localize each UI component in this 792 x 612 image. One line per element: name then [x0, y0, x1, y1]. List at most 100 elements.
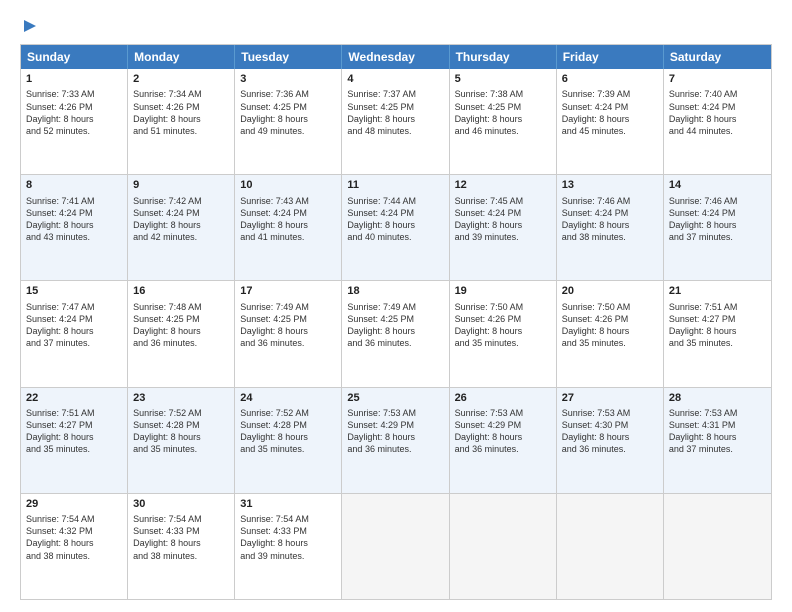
- cell-info-text: Sunrise: 7:45 AM: [455, 195, 551, 207]
- cell-info-text: Sunrise: 7:52 AM: [133, 407, 229, 419]
- day-number: 30: [133, 497, 229, 512]
- day-number: 20: [562, 284, 658, 299]
- cell-info-text: Sunset: 4:26 PM: [26, 101, 122, 113]
- cell-info-text: and 36 minutes.: [347, 337, 443, 349]
- cell-info-text: Sunrise: 7:39 AM: [562, 88, 658, 100]
- day-number: 6: [562, 72, 658, 87]
- day-number: 4: [347, 72, 443, 87]
- cell-info-text: Daylight: 8 hours: [347, 325, 443, 337]
- day-number: 16: [133, 284, 229, 299]
- calendar-row-2: 8Sunrise: 7:41 AMSunset: 4:24 PMDaylight…: [21, 174, 771, 280]
- page: SundayMondayTuesdayWednesdayThursdayFrid…: [0, 0, 792, 612]
- weekday-header-saturday: Saturday: [664, 45, 771, 69]
- cell-info-text: Sunset: 4:25 PM: [455, 101, 551, 113]
- cell-info-text: and 35 minutes.: [562, 337, 658, 349]
- calendar-cell-empty: [557, 494, 664, 599]
- day-number: 5: [455, 72, 551, 87]
- cell-info-text: and 35 minutes.: [133, 443, 229, 455]
- cell-info-text: and 37 minutes.: [669, 443, 766, 455]
- calendar-body: 1Sunrise: 7:33 AMSunset: 4:26 PMDaylight…: [21, 69, 771, 599]
- day-number: 27: [562, 391, 658, 406]
- cell-info-text: Daylight: 8 hours: [455, 113, 551, 125]
- calendar-cell-14: 14Sunrise: 7:46 AMSunset: 4:24 PMDayligh…: [664, 175, 771, 280]
- calendar-cell-1: 1Sunrise: 7:33 AMSunset: 4:26 PMDaylight…: [21, 69, 128, 174]
- calendar-row-1: 1Sunrise: 7:33 AMSunset: 4:26 PMDaylight…: [21, 69, 771, 174]
- cell-info-text: Sunset: 4:24 PM: [669, 101, 766, 113]
- calendar-cell-8: 8Sunrise: 7:41 AMSunset: 4:24 PMDaylight…: [21, 175, 128, 280]
- cell-info-text: Daylight: 8 hours: [133, 431, 229, 443]
- cell-info-text: Sunset: 4:25 PM: [347, 313, 443, 325]
- calendar-cell-26: 26Sunrise: 7:53 AMSunset: 4:29 PMDayligh…: [450, 388, 557, 493]
- calendar-cell-11: 11Sunrise: 7:44 AMSunset: 4:24 PMDayligh…: [342, 175, 449, 280]
- day-number: 29: [26, 497, 122, 512]
- day-number: 12: [455, 178, 551, 193]
- calendar-cell-15: 15Sunrise: 7:47 AMSunset: 4:24 PMDayligh…: [21, 281, 128, 386]
- calendar-cell-9: 9Sunrise: 7:42 AMSunset: 4:24 PMDaylight…: [128, 175, 235, 280]
- cell-info-text: Daylight: 8 hours: [455, 325, 551, 337]
- day-number: 25: [347, 391, 443, 406]
- cell-info-text: Sunset: 4:25 PM: [240, 101, 336, 113]
- cell-info-text: and 36 minutes.: [455, 443, 551, 455]
- cell-info-text: Sunset: 4:24 PM: [347, 207, 443, 219]
- cell-info-text: Daylight: 8 hours: [562, 113, 658, 125]
- cell-info-text: and 35 minutes.: [240, 443, 336, 455]
- cell-info-text: Daylight: 8 hours: [669, 325, 766, 337]
- cell-info-text: and 49 minutes.: [240, 125, 336, 137]
- cell-info-text: and 37 minutes.: [669, 231, 766, 243]
- calendar-cell-19: 19Sunrise: 7:50 AMSunset: 4:26 PMDayligh…: [450, 281, 557, 386]
- cell-info-text: Sunrise: 7:37 AM: [347, 88, 443, 100]
- calendar-cell-25: 25Sunrise: 7:53 AMSunset: 4:29 PMDayligh…: [342, 388, 449, 493]
- cell-info-text: and 40 minutes.: [347, 231, 443, 243]
- cell-info-text: Sunrise: 7:46 AM: [562, 195, 658, 207]
- cell-info-text: Sunrise: 7:47 AM: [26, 301, 122, 313]
- cell-info-text: and 39 minutes.: [240, 550, 336, 562]
- calendar-cell-empty: [342, 494, 449, 599]
- day-number: 3: [240, 72, 336, 87]
- cell-info-text: Sunset: 4:25 PM: [133, 313, 229, 325]
- cell-info-text: Daylight: 8 hours: [240, 219, 336, 231]
- cell-info-text: and 36 minutes.: [133, 337, 229, 349]
- cell-info-text: and 51 minutes.: [133, 125, 229, 137]
- cell-info-text: and 38 minutes.: [562, 231, 658, 243]
- cell-info-text: and 52 minutes.: [26, 125, 122, 137]
- cell-info-text: Sunrise: 7:54 AM: [240, 513, 336, 525]
- weekday-header-sunday: Sunday: [21, 45, 128, 69]
- cell-info-text: Sunset: 4:27 PM: [669, 313, 766, 325]
- cell-info-text: Sunrise: 7:40 AM: [669, 88, 766, 100]
- cell-info-text: Daylight: 8 hours: [562, 219, 658, 231]
- cell-info-text: Daylight: 8 hours: [240, 325, 336, 337]
- cell-info-text: Sunrise: 7:33 AM: [26, 88, 122, 100]
- cell-info-text: and 38 minutes.: [133, 550, 229, 562]
- day-number: 23: [133, 391, 229, 406]
- cell-info-text: Sunset: 4:28 PM: [133, 419, 229, 431]
- cell-info-text: Sunset: 4:29 PM: [347, 419, 443, 431]
- cell-info-text: Daylight: 8 hours: [26, 325, 122, 337]
- cell-info-text: and 41 minutes.: [240, 231, 336, 243]
- cell-info-text: Daylight: 8 hours: [240, 537, 336, 549]
- cell-info-text: and 44 minutes.: [669, 125, 766, 137]
- header: [20, 18, 772, 34]
- logo-arrow-icon: [22, 18, 38, 34]
- cell-info-text: Daylight: 8 hours: [347, 113, 443, 125]
- calendar-header: SundayMondayTuesdayWednesdayThursdayFrid…: [21, 45, 771, 69]
- cell-info-text: Daylight: 8 hours: [669, 113, 766, 125]
- cell-info-text: Sunrise: 7:53 AM: [562, 407, 658, 419]
- cell-info-text: Daylight: 8 hours: [669, 431, 766, 443]
- cell-info-text: and 48 minutes.: [347, 125, 443, 137]
- calendar-row-5: 29Sunrise: 7:54 AMSunset: 4:32 PMDayligh…: [21, 493, 771, 599]
- cell-info-text: Sunrise: 7:38 AM: [455, 88, 551, 100]
- weekday-header-thursday: Thursday: [450, 45, 557, 69]
- cell-info-text: Sunset: 4:24 PM: [133, 207, 229, 219]
- calendar-cell-28: 28Sunrise: 7:53 AMSunset: 4:31 PMDayligh…: [664, 388, 771, 493]
- cell-info-text: Sunrise: 7:50 AM: [455, 301, 551, 313]
- cell-info-text: Daylight: 8 hours: [26, 431, 122, 443]
- cell-info-text: Sunset: 4:30 PM: [562, 419, 658, 431]
- calendar-cell-20: 20Sunrise: 7:50 AMSunset: 4:26 PMDayligh…: [557, 281, 664, 386]
- cell-info-text: Sunrise: 7:42 AM: [133, 195, 229, 207]
- day-number: 22: [26, 391, 122, 406]
- cell-info-text: Sunset: 4:24 PM: [455, 207, 551, 219]
- cell-info-text: and 35 minutes.: [455, 337, 551, 349]
- cell-info-text: Sunset: 4:24 PM: [26, 313, 122, 325]
- day-number: 17: [240, 284, 336, 299]
- cell-info-text: Sunrise: 7:49 AM: [347, 301, 443, 313]
